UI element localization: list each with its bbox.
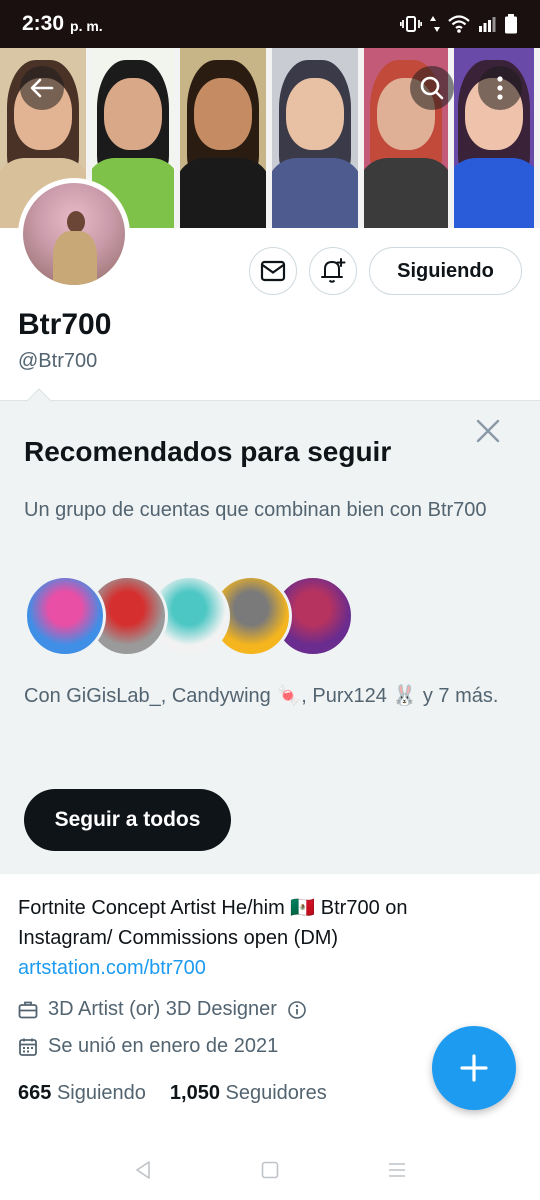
data-arrows-icon (430, 16, 440, 32)
profile-bio: Fortnite Concept Artist He/him 🇲🇽 Btr700… (18, 893, 498, 983)
status-ampm: p. m. (70, 18, 103, 34)
search-button[interactable] (410, 66, 454, 110)
category-row: 3D Artist (or) 3D Designer (18, 998, 307, 1021)
display-name: Btr700 (18, 308, 112, 341)
avatar-figure-head (67, 211, 85, 233)
recommended-section: Recomendados para seguir Un grupo de cue… (0, 388, 540, 874)
bio-text: Fortnite Concept Artist He/him 🇲🇽 Btr700… (18, 897, 408, 949)
back-button[interactable] (20, 66, 64, 110)
nav-back-icon[interactable] (132, 1159, 154, 1181)
character-outfit (180, 158, 266, 228)
followers-label: Seguidores (225, 1082, 327, 1104)
notifications-button[interactable] (309, 247, 357, 295)
character-face (194, 78, 252, 150)
followers-stat[interactable]: 1,050 Seguidores (170, 1082, 327, 1105)
status-bar: 2:30 p. m. (0, 0, 540, 48)
following-label: Siguiendo (56, 1082, 146, 1104)
recommended-pointer (26, 388, 52, 414)
info-icon[interactable] (287, 1000, 307, 1020)
character-outfit (454, 158, 534, 228)
message-button[interactable] (249, 247, 297, 295)
recommended-accounts-text: Con GiGisLab_, Candywing 🍬, Purx124 🐰 y … (24, 685, 499, 707)
compose-tweet-button[interactable] (432, 1026, 516, 1110)
back-arrow-icon (30, 78, 54, 98)
status-time: 2:30 (22, 12, 65, 35)
mail-icon (260, 260, 286, 282)
battery-icon (505, 14, 517, 34)
plus-icon (460, 1054, 488, 1082)
banner-character-panel (272, 48, 364, 228)
profile-avatar[interactable] (18, 178, 130, 290)
character-outfit (364, 158, 448, 228)
system-navigation-bar (0, 1140, 540, 1200)
followers-count: 1,050 (169, 1082, 220, 1104)
briefcase-icon (18, 1001, 38, 1018)
more-options-button[interactable] (478, 66, 522, 110)
avatar-figure-body (53, 231, 97, 285)
close-icon (476, 419, 500, 443)
bio-link[interactable]: artstation.com/btr700 (18, 953, 498, 983)
following-stat[interactable]: 665 Siguiendo (18, 1082, 146, 1105)
user-handle: @Btr700 (18, 350, 98, 372)
recommended-description: Un grupo de cuentas que combinan bien co… (24, 499, 487, 521)
banner-character-panel (180, 48, 272, 228)
follow-all-button[interactable]: Seguir a todos (24, 789, 231, 851)
joined-date: Se unió en enero de 2021 (48, 1035, 279, 1057)
professional-category: 3D Artist (or) 3D Designer (48, 998, 277, 1020)
character-outfit (272, 158, 358, 228)
signal-icon (479, 17, 496, 32)
calendar-icon (19, 1038, 37, 1056)
recommended-avatars[interactable] (24, 575, 354, 657)
recommended-account-avatar[interactable] (24, 575, 106, 657)
character-face (104, 78, 162, 150)
follow-stats: 665 Siguiendo 1,050 Seguidores (18, 1082, 327, 1105)
wifi-icon (448, 15, 470, 33)
bell-add-icon (321, 258, 346, 283)
search-icon (420, 76, 444, 100)
character-face (286, 78, 344, 150)
joined-row: Se unió en enero de 2021 (18, 1035, 278, 1058)
following-button[interactable]: Siguiendo (369, 247, 522, 295)
recommended-title: Recomendados para seguir (24, 436, 392, 467)
following-count: 665 (18, 1082, 52, 1104)
more-icon (497, 76, 503, 100)
nav-recents-icon[interactable] (386, 1159, 408, 1181)
vibrate-icon (400, 16, 422, 32)
close-recommended-button[interactable] (474, 417, 502, 445)
nav-home-icon[interactable] (259, 1159, 281, 1181)
status-icons (400, 14, 518, 34)
